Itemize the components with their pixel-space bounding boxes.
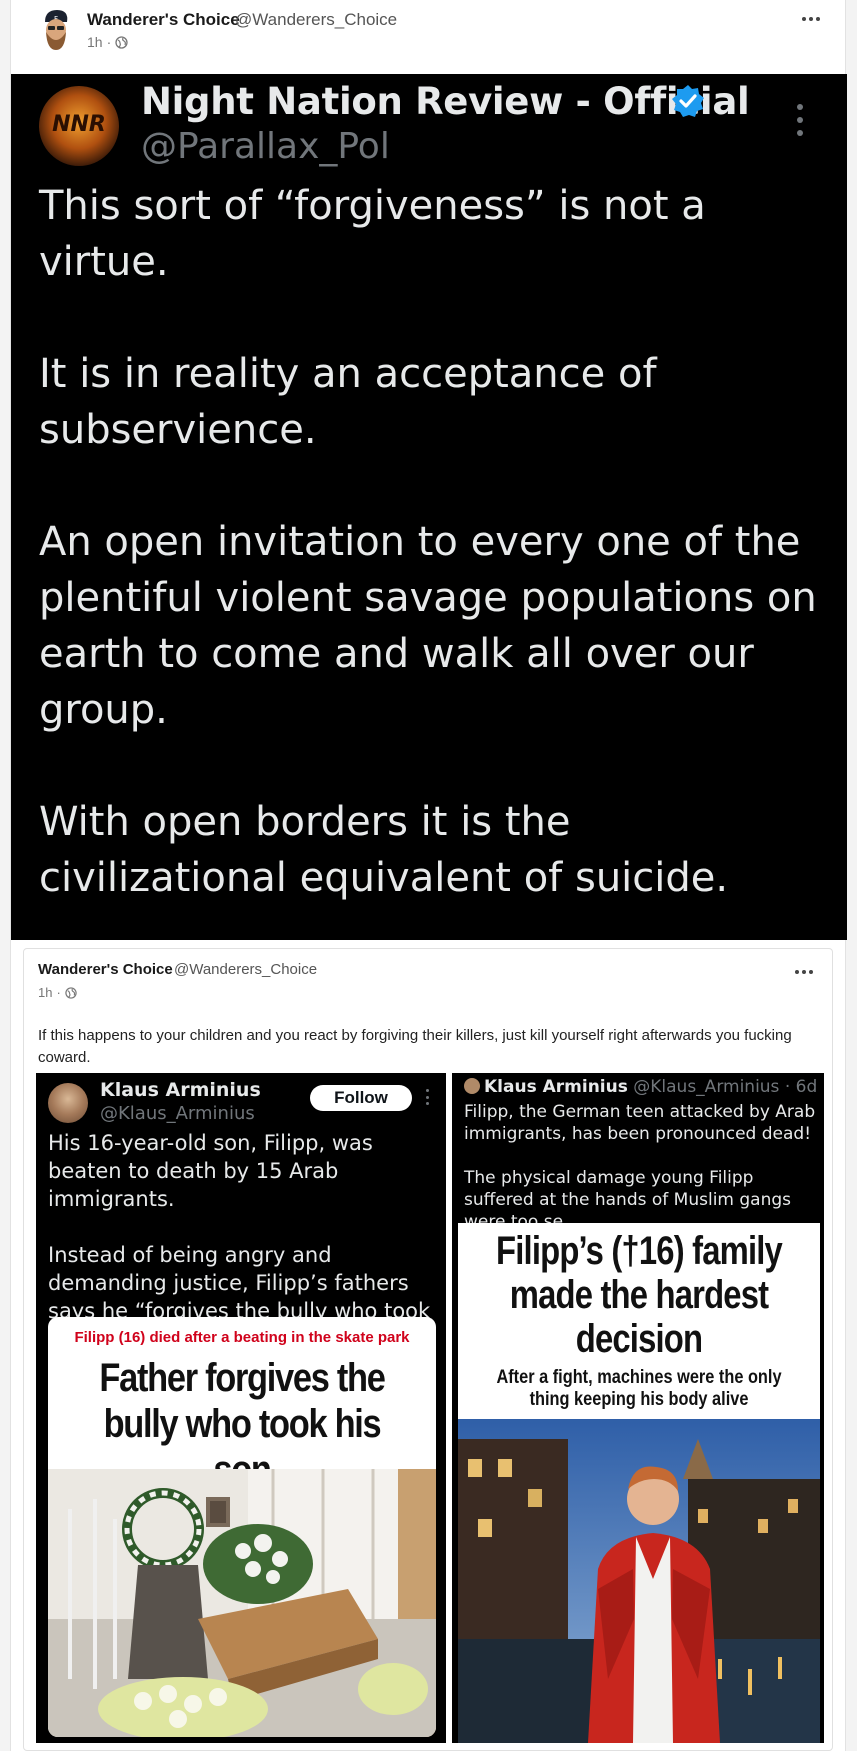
more-options-icon[interactable] <box>797 8 825 30</box>
post-meta: 1h · <box>87 34 128 50</box>
quoted-post-meta: 1h · <box>38 985 77 1000</box>
right-tweet-author-name: Klaus Arminius <box>484 1077 628 1097</box>
tweet-paragraph: This sort of “forgiveness” is not a virt… <box>39 183 706 285</box>
avatar <box>464 1078 480 1094</box>
funeral-photo <box>48 1469 436 1737</box>
tweet-author-name: Night Nation Review - Official <box>141 80 750 123</box>
tweet-more-icon <box>426 1089 430 1105</box>
author-name[interactable]: Wanderer's Choice <box>87 10 240 30</box>
tweet-more-icon <box>795 104 805 136</box>
post-card: F Wanderer's Choice @Wanderers_Choice 1h… <box>10 0 847 1751</box>
quoted-author-name[interactable]: Wanderer's Choice <box>38 961 173 978</box>
right-tweet-handle-time: @Klaus_Arminius · 6d <box>633 1077 818 1097</box>
meta-separator: · <box>56 985 61 1000</box>
avatar <box>48 1083 88 1123</box>
avatar[interactable]: F <box>33 6 79 52</box>
embedded-tweet-image[interactable]: NNR Night Nation Review - Official @Para… <box>11 74 847 940</box>
author-handle[interactable]: @Wanderers_Choice <box>235 10 397 30</box>
post-header: F Wanderer's Choice @Wanderers_Choice 1h… <box>11 0 847 72</box>
tweet-body: This sort of “forgiveness” is not a virt… <box>39 178 829 940</box>
article-kicker: Filipp (16) died after a beating in the … <box>74 1329 410 1346</box>
right-article-card: Filipp’s (†16) family made the hardest d… <box>458 1223 820 1743</box>
quoted-post-text: If this happens to your children and you… <box>38 1027 792 1066</box>
globe-icon <box>65 986 77 999</box>
article-headline: Filipp’s (†16) family made the hardest d… <box>496 1229 783 1361</box>
left-tweet-author-handle: @Klaus_Arminius <box>100 1103 255 1124</box>
article-subheadline: After a fight, machines were the only th… <box>496 1367 782 1410</box>
left-tweet-image[interactable]: Klaus Arminius @Klaus_Arminius Follow Hi… <box>36 1073 446 1743</box>
nnr-logo: NNR <box>39 86 119 166</box>
quoted-more-options-icon[interactable] <box>790 961 818 983</box>
left-tweet-author-name: Klaus Arminius <box>100 1079 261 1101</box>
tweet-paragraph: An open invitation to every one of the p… <box>39 519 817 733</box>
quoted-post[interactable]: Wanderer's Choice @Wanderers_Choice 1h ·… <box>23 948 833 1751</box>
tweet-paragraph: With open borders it is the civilization… <box>39 799 729 901</box>
globe-icon <box>115 35 128 49</box>
quoted-author-handle[interactable]: @Wanderers_Choice <box>174 961 317 978</box>
teen-portrait-photo <box>458 1419 820 1743</box>
left-article-card: Filipp (16) died after a beating in the … <box>48 1317 436 1737</box>
right-tweet-header: Klaus Arminius @Klaus_Arminius · 6d <box>464 1077 817 1097</box>
tweet-paragraph: It is in reality an acceptance of subser… <box>39 351 657 453</box>
tweet-paragraph: His 16-year-old son, Filipp, was beaten … <box>48 1131 373 1211</box>
quoted-post-time[interactable]: 1h <box>38 985 52 1000</box>
verified-badge-icon <box>672 85 704 117</box>
meta-separator: · <box>106 34 112 50</box>
tweet-author-handle: @Parallax_Pol <box>141 126 390 167</box>
tweet-paragraph: Filipp, the German teen attacked by Arab… <box>464 1102 816 1144</box>
follow-button: Follow <box>310 1085 412 1111</box>
right-tweet-image[interactable]: Klaus Arminius @Klaus_Arminius · 6d Fili… <box>452 1073 824 1743</box>
post-time[interactable]: 1h <box>87 34 103 50</box>
